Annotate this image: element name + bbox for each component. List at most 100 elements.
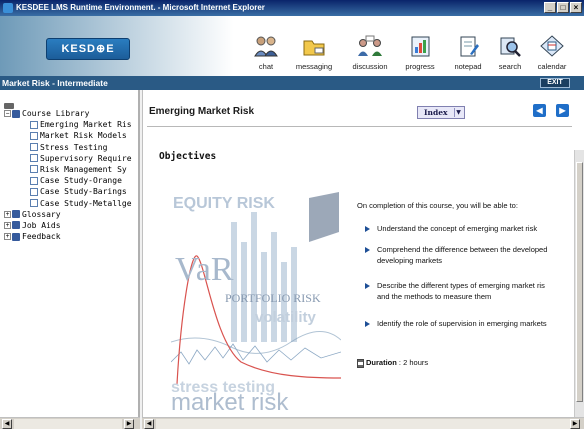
tree-node-feedback[interactable]: + Feedback	[4, 231, 138, 242]
messaging-icon	[301, 34, 327, 58]
progress-label: progress	[405, 62, 435, 71]
illustration-word: PORTFOLIO RISK	[225, 291, 321, 305]
content-vertical-scrollbar[interactable]	[574, 150, 584, 418]
content-horizontal-scrollbar[interactable]: ◀ ▶	[142, 417, 584, 429]
exit-button[interactable]: EXIT	[540, 78, 570, 88]
title-bar: KESDEE LMS Runtime Environment. - Micros…	[0, 0, 584, 16]
tree-item[interactable]: Market Risk Models	[4, 130, 138, 141]
objective-text-line2: and the methods to measure them	[377, 292, 492, 301]
page-icon	[30, 176, 38, 185]
tree-item[interactable]: Case Study-Barings	[4, 186, 138, 197]
expand-icon[interactable]: +	[4, 233, 11, 241]
page-icon	[30, 131, 38, 140]
course-title: Market Risk - Intermediate	[2, 78, 108, 88]
objective-text-line2: developing markets	[377, 256, 443, 265]
folder-icon	[12, 210, 20, 219]
minimize-button[interactable]: _	[544, 2, 556, 13]
duration-label: Duration	[366, 358, 397, 367]
tree-horizontal-scrollbar[interactable]: ◀ ▶	[0, 417, 140, 429]
illustration-word: VaR	[175, 251, 234, 288]
scrollbar-track[interactable]	[14, 419, 122, 429]
notepad-button[interactable]: notepad	[444, 34, 492, 71]
scroll-left-button[interactable]: ◀	[2, 419, 12, 429]
tree-collapsed-icon-row	[4, 100, 138, 109]
hourglass-icon	[357, 358, 364, 368]
tree-label: Case Study-Metallge	[40, 198, 132, 208]
expand-icon[interactable]: +	[4, 221, 11, 229]
tree-item[interactable]: Risk Management Sy	[4, 164, 138, 175]
calendar-icon	[539, 34, 565, 58]
internet-explorer-icon	[3, 3, 13, 13]
chat-icon	[253, 34, 279, 58]
tree-label: Feedback	[22, 232, 61, 242]
course-duration: Duration : 2 hours	[357, 358, 428, 368]
page-icon	[30, 154, 38, 163]
tree-item[interactable]: Case Study-Orange	[4, 175, 138, 186]
page-icon	[30, 165, 38, 174]
page-icon	[30, 143, 38, 152]
scroll-right-button[interactable]: ▶	[124, 419, 134, 429]
arrow-left-icon: ◀	[536, 106, 543, 115]
notepad-label: notepad	[454, 62, 482, 71]
tree-item[interactable]: Case Study-Metallge	[4, 198, 138, 209]
calendar-label: calendar	[537, 62, 567, 71]
notepad-icon	[455, 34, 481, 58]
tree-item[interactable]: Emerging Market Ris	[4, 119, 138, 130]
expand-icon[interactable]: +	[4, 210, 11, 218]
tree-item[interactable]: Supervisory Require	[4, 153, 138, 164]
app-header: KESD⊕E chat messaging discussion progres…	[0, 16, 584, 76]
close-button[interactable]: ×	[570, 2, 582, 13]
illustration-word: EQUITY RISK	[173, 195, 275, 212]
objective-text: Understand the concept of emerging marke…	[377, 224, 538, 233]
progress-icon	[407, 34, 433, 58]
chevron-down-icon: ▼	[454, 108, 462, 117]
header-divider	[147, 126, 572, 127]
objective-item: Comprehend the difference between the de…	[365, 245, 575, 267]
scrollbar-track[interactable]	[156, 419, 570, 429]
objective-text: Identify the role of supervision in emer…	[377, 319, 547, 328]
scroll-right-button[interactable]: ▶	[570, 419, 580, 429]
tree-node-course-library[interactable]: − Course Library	[4, 108, 138, 119]
objectives-intro: On completion of this course, you will b…	[357, 201, 518, 210]
tree-label: Case Study-Orange	[40, 176, 122, 186]
bullet-arrow-icon	[365, 226, 370, 232]
progress-button[interactable]: progress	[396, 34, 444, 71]
index-dropdown[interactable]: Index ▼	[417, 106, 465, 119]
duration-value: : 2 hours	[396, 358, 429, 367]
course-title-bar: Market Risk - Intermediate EXIT	[0, 76, 584, 90]
chat-button[interactable]: chat	[242, 34, 290, 71]
maximize-button[interactable]: □	[557, 2, 569, 13]
next-page-button[interactable]: ▶	[556, 104, 569, 117]
section-heading: Objectives	[159, 151, 217, 162]
tree-label: Glossary	[22, 209, 61, 219]
messaging-button[interactable]: messaging	[290, 34, 338, 71]
tree-label: Job Aids	[22, 220, 61, 230]
bullet-arrow-icon	[365, 321, 370, 327]
folder-icon	[12, 221, 20, 230]
scroll-left-button[interactable]: ◀	[144, 419, 154, 429]
window-controls: _ □ ×	[544, 2, 582, 13]
illustration-word: volatility	[255, 309, 317, 326]
discussion-icon	[357, 34, 383, 58]
tree-item[interactable]: Stress Testing	[4, 142, 138, 153]
course-tree-pane: − Course Library Emerging Market Ris Mark…	[0, 90, 140, 429]
objective-item: Identify the role of supervision in emer…	[365, 319, 575, 331]
previous-page-button[interactable]: ◀	[533, 104, 546, 117]
search-button[interactable]: search	[486, 34, 534, 71]
objective-item: Understand the concept of emerging marke…	[365, 224, 575, 236]
tree-label: Course Library	[22, 109, 90, 118]
chat-label: chat	[258, 62, 274, 71]
tree-node-glossary[interactable]: + Glossary	[4, 209, 138, 220]
collapse-icon[interactable]: −	[4, 110, 11, 117]
discussion-button[interactable]: discussion	[346, 34, 394, 71]
browser-window: KESDEE LMS Runtime Environment. - Micros…	[0, 0, 584, 429]
objective-item: Describe the different types of emerging…	[365, 281, 575, 303]
discussion-label: discussion	[352, 62, 388, 71]
tree-label: Market Risk Models	[40, 131, 127, 141]
scrollbar-thumb[interactable]	[576, 162, 583, 402]
calendar-button[interactable]: calendar	[528, 34, 576, 71]
window-title: KESDEE LMS Runtime Environment. - Micros…	[16, 3, 265, 12]
content-pane: Emerging Market Risk Index ▼ ◀ ▶ Objecti…	[142, 90, 584, 429]
objective-text: Comprehend the difference between the de…	[377, 245, 548, 254]
tree-node-job-aids[interactable]: + Job Aids	[4, 220, 138, 231]
